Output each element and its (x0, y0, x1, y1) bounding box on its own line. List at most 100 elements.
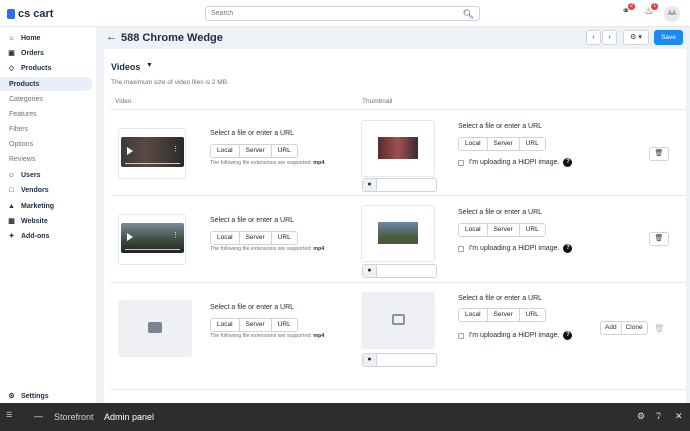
sidebar-item-users[interactable]: ☺ Users (0, 168, 92, 182)
sidebar-item-features[interactable]: Features (0, 107, 92, 121)
logo-text: cs cart (18, 8, 54, 20)
sidebar-item-categories[interactable]: Categories (0, 92, 92, 106)
sidebar-item-reviews[interactable]: Reviews (0, 152, 92, 166)
video-preview[interactable]: ⋮ (121, 223, 184, 253)
url-button[interactable]: URL (520, 138, 545, 150)
delete-button[interactable]: 🗑︎ (649, 147, 669, 161)
sidebar-item-label: Vendors (21, 186, 49, 194)
play-icon (127, 233, 133, 241)
logo-icon (7, 9, 15, 19)
sidebar-item-products-sub[interactable]: Products (0, 77, 92, 91)
thumbnail-image-1[interactable] (361, 120, 435, 177)
notifications-badge: 2 (628, 3, 635, 10)
search-input[interactable] (211, 7, 451, 20)
help-icon[interactable]: ❔︎ (656, 411, 661, 422)
save-button[interactable]: Save (654, 30, 683, 45)
server-button[interactable]: Server (240, 232, 272, 244)
hidpi-checkbox[interactable] (458, 332, 464, 339)
local-button[interactable]: Local (211, 145, 240, 157)
sidebar-item-filters[interactable]: Filters (0, 122, 92, 136)
avatar[interactable]: AA (664, 6, 680, 22)
source-selector: Local Server URL (210, 318, 298, 332)
sidebar-item-products[interactable]: ◇ Products (0, 61, 92, 75)
hidpi-checkbox[interactable] (458, 159, 464, 166)
sidebar-item-marketing[interactable]: ▲ Marketing (0, 199, 92, 213)
video-thumbnail-2[interactable]: ⋮ (118, 214, 186, 265)
local-button[interactable]: Local (211, 319, 240, 331)
close-icon[interactable]: ✕ (675, 411, 683, 422)
admin-panel-tab[interactable]: Admin panel (104, 412, 154, 422)
sidebar-item-settings[interactable]: ⚙ Settings (0, 389, 92, 403)
sidebar-item-label: Home (21, 34, 41, 42)
sidebar-item-options[interactable]: Options (0, 137, 92, 151)
sidebar-item-label: Website (21, 217, 48, 225)
server-button[interactable]: Server (488, 224, 520, 236)
sidebar-item-vendors[interactable]: □ Vendors (0, 183, 92, 197)
sidebar-item-website[interactable]: ▦ Website (0, 214, 92, 228)
minimize-icon[interactable]: — (34, 411, 43, 421)
sidebar-item-label: Filters (9, 125, 29, 133)
url-button[interactable]: URL (520, 224, 545, 236)
thumbnail-image-2[interactable] (361, 205, 435, 262)
local-button[interactable]: Local (459, 224, 488, 236)
caret-down-icon[interactable]: ▼ (146, 62, 153, 69)
sidebar-item-addons[interactable]: ✦ Add-ons (0, 229, 92, 243)
orders-icon: ▣ (8, 49, 15, 57)
storefront-tab[interactable]: Storefront (54, 412, 94, 422)
video-placeholder[interactable] (118, 300, 192, 357)
sidebar-item-home[interactable]: ⌂ Home (0, 31, 92, 45)
notifications-icon[interactable]: ⚭ 2 (618, 3, 635, 21)
chevron-right-icon: › (608, 34, 611, 41)
sidebar-item-orders[interactable]: ▣ Orders (0, 46, 92, 60)
alt-text-input[interactable]: ● (362, 264, 437, 278)
bell-icon[interactable]: ♨ 1 (641, 3, 658, 21)
bell-badge: 1 (651, 3, 658, 10)
menu-icon[interactable]: ☰ (6, 411, 12, 419)
server-button[interactable]: Server (488, 309, 520, 321)
trash-icon: 🗑︎ (654, 324, 665, 333)
back-arrow-icon[interactable]: ← (106, 31, 117, 43)
clone-button[interactable]: Clone (622, 322, 647, 334)
local-button[interactable]: Local (459, 309, 488, 321)
sidebar-item-label: Reviews (9, 155, 36, 163)
alt-text-input[interactable]: ● (362, 353, 437, 367)
addons-icon: ✦ (8, 232, 15, 240)
url-button[interactable]: URL (272, 319, 297, 331)
film-icon (148, 322, 162, 333)
help-icon[interactable]: ? (563, 158, 573, 167)
video-preview[interactable]: ⋮ (121, 137, 184, 167)
logo[interactable]: cs cart (7, 8, 53, 20)
delete-button[interactable]: 🗑︎ (649, 232, 669, 246)
prev-button[interactable]: ‹ (586, 30, 601, 45)
server-button[interactable]: Server (240, 145, 272, 157)
search-icon[interactable]: 🔍︎ (463, 9, 474, 20)
local-button[interactable]: Local (459, 138, 488, 150)
settings-dropdown-button[interactable]: ⚙ ▾ (623, 30, 649, 45)
gear-icon[interactable]: ⚙ (637, 411, 645, 422)
sidebar-item-label: Marketing (21, 202, 55, 210)
caret-down-icon: ▾ (636, 34, 642, 41)
thumbnail-placeholder[interactable] (361, 292, 435, 349)
sidebar-item-label: Add-ons (21, 232, 50, 240)
url-button[interactable]: URL (520, 309, 545, 321)
help-icon[interactable]: ? (563, 244, 573, 253)
source-selector: Local Server URL (210, 144, 298, 158)
server-button[interactable]: Server (488, 138, 520, 150)
trash-icon: 🗑︎ (654, 150, 664, 157)
page-title: 588 Chrome Wedge (121, 32, 223, 44)
progress-bar (125, 163, 180, 164)
videos-section-title[interactable]: Videos (111, 62, 140, 72)
hidpi-checkbox[interactable] (458, 245, 464, 252)
url-button[interactable]: URL (272, 145, 297, 157)
local-button[interactable]: Local (211, 232, 240, 244)
alt-text-input[interactable]: ● (362, 178, 437, 192)
next-button[interactable]: › (602, 30, 617, 45)
add-button[interactable]: Add (601, 322, 622, 334)
column-header-video: Video (115, 98, 132, 105)
url-button[interactable]: URL (272, 232, 297, 244)
video-thumbnail-1[interactable]: ⋮ (118, 128, 186, 179)
play-icon (127, 147, 133, 155)
server-button[interactable]: Server (240, 319, 272, 331)
sidebar-item-label: Products (21, 64, 52, 72)
help-icon[interactable]: ? (563, 331, 573, 340)
